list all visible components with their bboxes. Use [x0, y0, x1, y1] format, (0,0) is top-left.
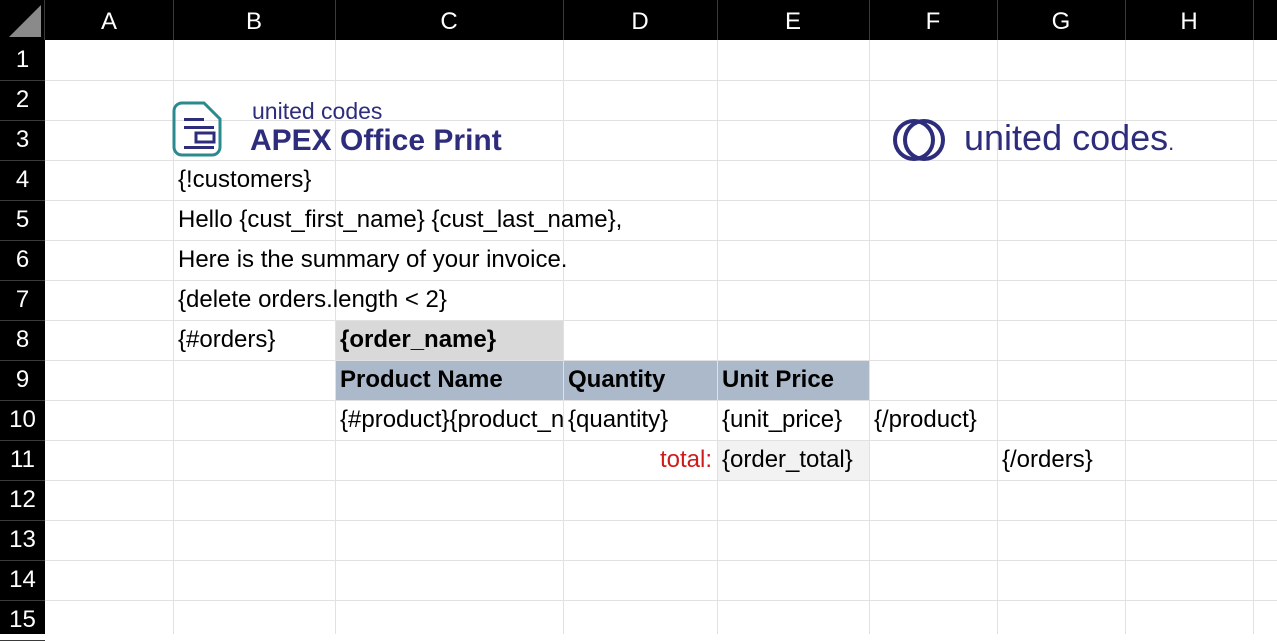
- column-header-bar: A B C D E F G H: [45, 0, 1277, 40]
- cell-c8-order-name[interactable]: {order_name}: [340, 320, 496, 360]
- cell-d11-total-label[interactable]: total:: [563, 440, 712, 480]
- row-header-5[interactable]: 5: [0, 200, 45, 241]
- cell-b4[interactable]: {!customers}: [178, 160, 311, 200]
- row-header-9[interactable]: 9: [0, 360, 45, 401]
- cell-e10-unit-price[interactable]: {unit_price}: [722, 400, 842, 440]
- cell-d10-quantity[interactable]: {quantity}: [568, 400, 668, 440]
- cell-d9-quantity-header[interactable]: Quantity: [568, 360, 665, 400]
- column-header-d[interactable]: D: [563, 0, 718, 40]
- document-logo-icon: [172, 101, 222, 157]
- column-header-e[interactable]: E: [717, 0, 870, 40]
- cell-f10-end-product[interactable]: {/product}: [874, 400, 977, 440]
- row-header-10[interactable]: 10: [0, 400, 45, 441]
- cell-e11-order-total[interactable]: {order_total}: [722, 440, 853, 480]
- column-header-g[interactable]: G: [997, 0, 1126, 40]
- column-header-b[interactable]: B: [173, 0, 336, 40]
- row-header-6[interactable]: 6: [0, 240, 45, 281]
- cell-b7[interactable]: {delete orders.length < 2}: [178, 280, 447, 320]
- cell-c9-product-name-header[interactable]: Product Name: [340, 360, 503, 400]
- cell-e9-unit-price-header[interactable]: Unit Price: [722, 360, 834, 400]
- column-header-c[interactable]: C: [335, 0, 564, 40]
- row-header-11[interactable]: 11: [0, 440, 45, 481]
- cell-c10-product[interactable]: {#product}{product_name}: [340, 400, 563, 440]
- united-codes-rings-icon: [893, 119, 945, 161]
- select-all-triangle-icon: [9, 5, 41, 37]
- united-codes-dot: .: [1168, 130, 1175, 155]
- row-header-2[interactable]: 2: [0, 80, 45, 121]
- apex-office-print-logo: united codes APEX Office Print: [172, 98, 542, 160]
- column-header-h[interactable]: H: [1125, 0, 1254, 40]
- row-header-13[interactable]: 13: [0, 520, 45, 561]
- row-header-4[interactable]: 4: [0, 160, 45, 201]
- row-header-15[interactable]: 15: [0, 600, 45, 641]
- united-codes-logo: united codes.: [892, 116, 1237, 164]
- cell-b8[interactable]: {#orders}: [178, 320, 275, 360]
- row-header-12[interactable]: 12: [0, 480, 45, 521]
- column-header-f[interactable]: F: [869, 0, 998, 40]
- row-header-3[interactable]: 3: [0, 120, 45, 161]
- select-all-corner[interactable]: [0, 0, 45, 40]
- cell-b6[interactable]: Here is the summary of your invoice.: [178, 240, 567, 280]
- logo-small-text: united codes: [252, 98, 383, 124]
- row-header-14[interactable]: 14: [0, 560, 45, 601]
- logo-main-text: APEX Office Print: [250, 124, 502, 157]
- row-header-8[interactable]: 8: [0, 320, 45, 361]
- row-header-1[interactable]: 1: [0, 40, 45, 81]
- cell-g11-end-orders[interactable]: {/orders}: [1002, 440, 1093, 480]
- row-header-bar: 1 2 3 4 5 6 7 8 9 10 11 12 13 14 15: [0, 40, 45, 641]
- united-codes-text: united codes.: [964, 117, 1175, 158]
- cell-b5[interactable]: Hello {cust_first_name} {cust_last_name}…: [178, 200, 622, 240]
- column-header-a[interactable]: A: [45, 0, 174, 40]
- row-header-7[interactable]: 7: [0, 280, 45, 321]
